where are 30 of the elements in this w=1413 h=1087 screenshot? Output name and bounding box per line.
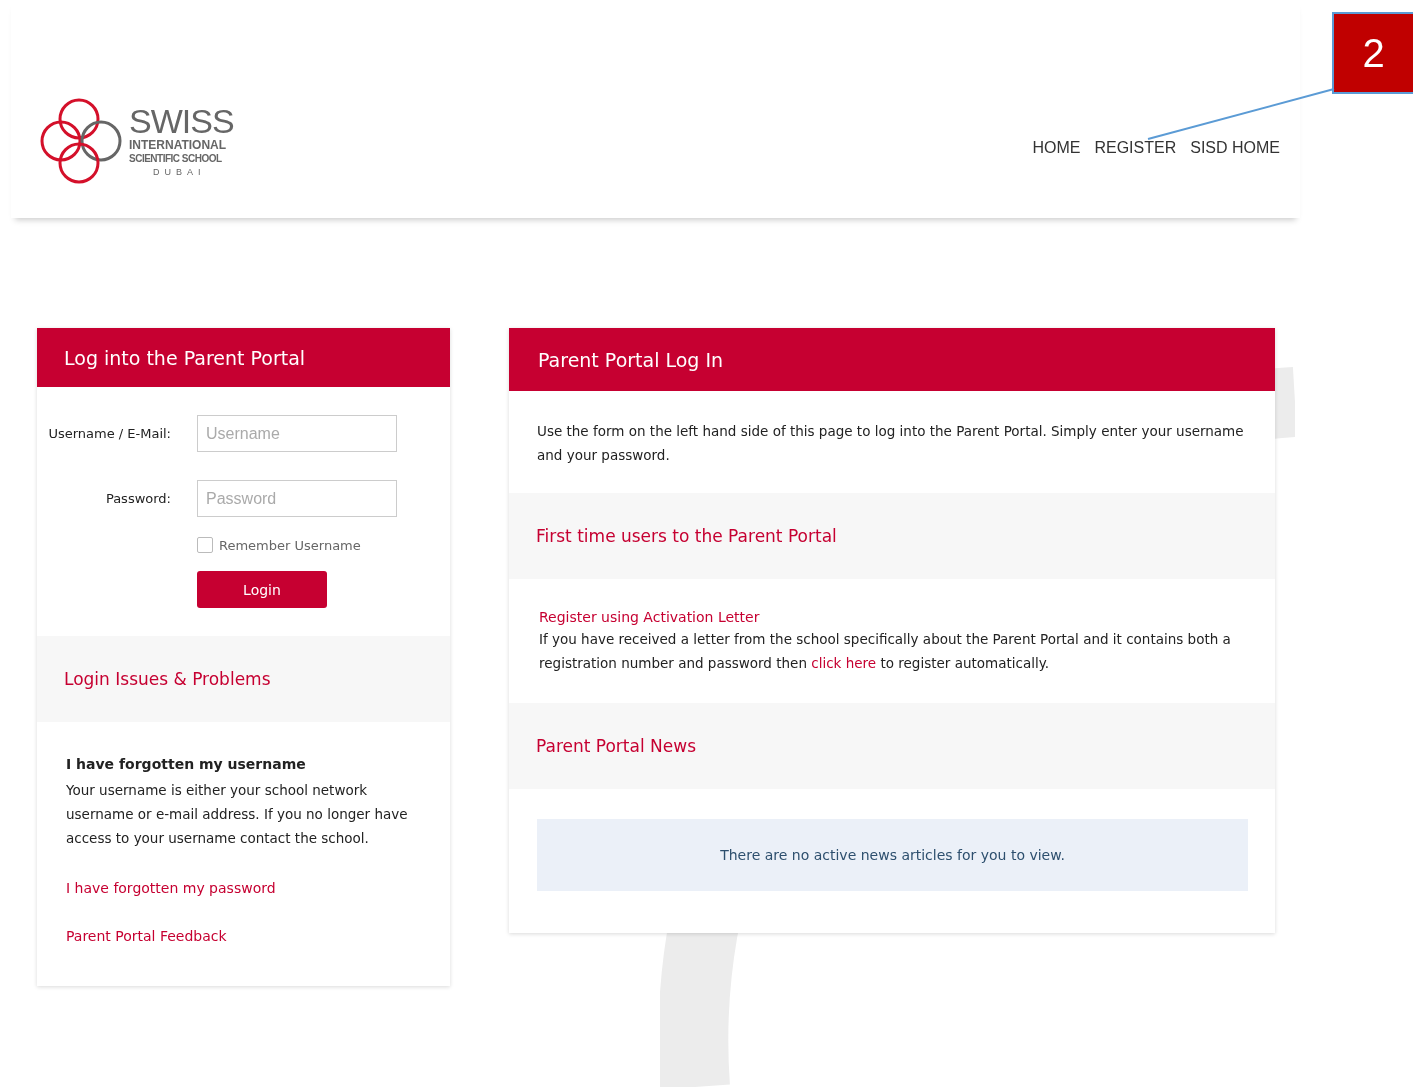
card-title: Parent Portal Log In — [509, 328, 1275, 391]
nav-link[interactable]: REGISTER — [1094, 139, 1177, 157]
logo-city: DUBAI — [152, 166, 207, 178]
intro-text: Use the form on the left hand side of this page to log into the Parent Portal. Simply enter your username and your password. — [537, 422, 1245, 465]
rings-logo-icon — [39, 97, 123, 185]
help-link[interactable]: I have forgotten my password — [66, 880, 430, 896]
input-field[interactable]: Username — [197, 415, 397, 452]
input-field[interactable]: Password — [197, 480, 397, 517]
section-title: Login Issues & Problems — [64, 669, 271, 689]
logo-name: SWISS — [129, 104, 234, 138]
annotation-number: 2 — [1332, 12, 1413, 94]
field-label: Username / E-Mail: — [47, 426, 172, 441]
login-button[interactable]: Login — [197, 571, 327, 608]
section-title: Parent Portal News — [536, 736, 696, 756]
checkbox[interactable] — [197, 537, 213, 553]
field-label: Password: — [104, 491, 172, 506]
news-empty-message: There are no active news articles for you to view. — [537, 819, 1248, 891]
help-heading: I have forgotten my username — [66, 756, 307, 772]
register-link[interactable]: Register using Activation Letter — [539, 609, 1255, 625]
nav-link[interactable]: SISD HOME — [1190, 139, 1280, 157]
click-here-link[interactable]: click here — [811, 655, 877, 671]
section-title: First time users to the Parent Portal — [536, 526, 837, 546]
logo-subtitle: SCIENTIFIC SCHOOL — [129, 152, 223, 166]
nav-link[interactable]: HOME — [1032, 139, 1081, 157]
logo-subtitle: INTERNATIONAL — [129, 138, 228, 152]
register-text: If you have received a letter from the school specifically about the Parent Portal and it contains both a registration number and password then click here to register automatically. — [539, 630, 1232, 673]
help-link[interactable]: Parent Portal Feedback — [66, 928, 430, 944]
help-text: Your username is either your school network username or e-mail address. If you no longer have access to your username contact the school. — [66, 781, 409, 848]
card-title: Log into the Parent Portal — [37, 328, 450, 387]
checkbox-label[interactable]: Remember Username — [219, 537, 361, 553]
